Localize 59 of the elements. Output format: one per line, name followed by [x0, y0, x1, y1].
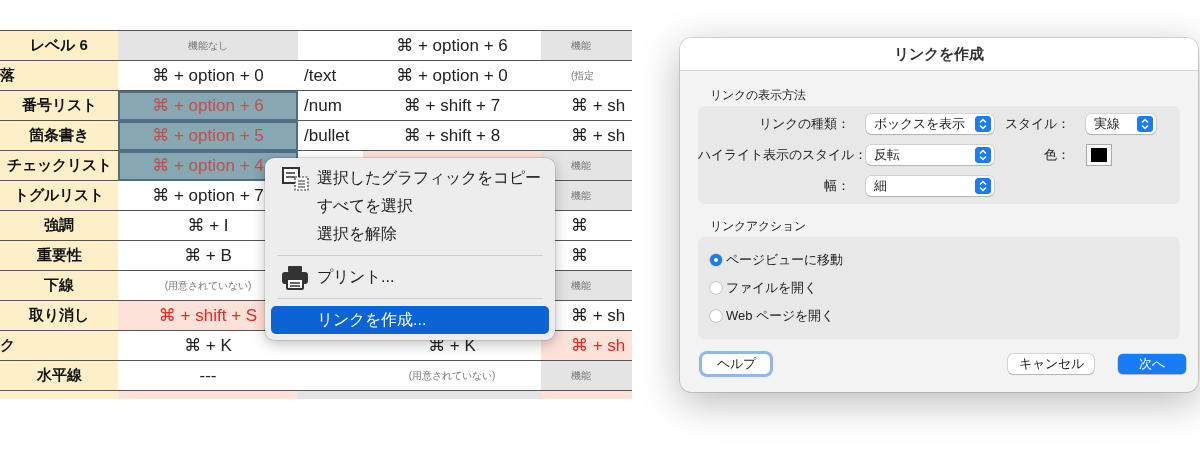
radio-button[interactable] — [710, 282, 722, 294]
stepper-icon — [975, 147, 991, 163]
field-label: 幅： — [823, 177, 851, 195]
table-cell: --- — [118, 360, 298, 391]
field-label: スタイル： — [1004, 115, 1071, 133]
popup-button[interactable]: 細 — [866, 176, 994, 196]
table-cell: ⌘ + option + 5 — [118, 120, 298, 151]
next-button[interactable]: 次へ — [1118, 354, 1186, 374]
stepper-icon — [975, 116, 991, 132]
radio-label: ページビューに移動 — [726, 251, 843, 269]
row-label: 強調 — [0, 210, 118, 241]
radio-button[interactable] — [710, 254, 722, 266]
table-cell: /text — [298, 60, 363, 91]
row-label: 箇条書き — [0, 120, 118, 151]
row-label: 番号リスト — [0, 90, 118, 121]
row-label: トグルリスト — [0, 180, 118, 211]
row-label: レベル 6 — [0, 30, 118, 61]
row-label: 水平線 — [0, 360, 118, 391]
table-cell: ⌘ + option + 0 — [363, 60, 541, 91]
popup-button[interactable]: ボックスを表示 — [866, 114, 994, 134]
table-cell: ⌘ + sh — [541, 90, 632, 121]
help-button[interactable]: ヘルプ — [702, 354, 770, 374]
section-heading: リンクアクション — [710, 218, 807, 235]
table-cell: /num — [298, 90, 363, 121]
field-label: ハイライト表示のスタイル： — [698, 146, 866, 164]
table-cell: ⌘ + sh — [541, 120, 632, 151]
color-well[interactable] — [1086, 144, 1112, 166]
copy-graphic-icon — [281, 166, 311, 192]
table-cell: ⌘ + option + 6 — [118, 90, 298, 121]
row-label: ク — [0, 330, 118, 361]
stepper-icon — [975, 178, 991, 194]
table-cell: 機能なし — [118, 30, 298, 61]
table-cell: (指定 — [541, 60, 632, 91]
popup-button[interactable]: 反転 — [866, 145, 994, 165]
row-label: 重要性 — [0, 240, 118, 271]
table-cell: 機能 — [541, 360, 632, 391]
row-label: 下線 — [0, 270, 118, 301]
popup-button[interactable]: 実線 — [1086, 114, 1156, 134]
radio-button[interactable] — [710, 310, 722, 322]
dialog-title: リンクを作成 — [894, 44, 984, 64]
table-cell: ⌘ + shift + 8 — [363, 120, 541, 151]
table-cell: ⌘ + sh — [541, 330, 632, 361]
table-cell: 機能 — [541, 30, 632, 61]
table-cell: ⌘ + option + 6 — [363, 30, 541, 61]
printer-icon — [281, 265, 309, 291]
field-label: 色： — [1043, 146, 1071, 164]
table-cell: ⌘ + shift + 7 — [363, 90, 541, 121]
row-label: チェックリスト — [0, 150, 118, 181]
row-label: 取り消し — [0, 300, 118, 331]
row-label: 落 — [0, 60, 118, 91]
field-label: リンクの種類： — [758, 115, 851, 133]
section-heading: リンクの表示方法 — [710, 87, 807, 104]
table-cell: /bullet — [298, 120, 363, 151]
radio-label: ファイルを開く — [726, 279, 817, 297]
cancel-button[interactable]: キャンセル — [1008, 354, 1094, 374]
table-cell: ⌘ + option + 0 — [118, 60, 298, 91]
radio-label: Web ページを開く — [726, 307, 835, 325]
stepper-icon — [1137, 116, 1153, 132]
menu-item[interactable]: リンクを作成... — [271, 306, 549, 334]
